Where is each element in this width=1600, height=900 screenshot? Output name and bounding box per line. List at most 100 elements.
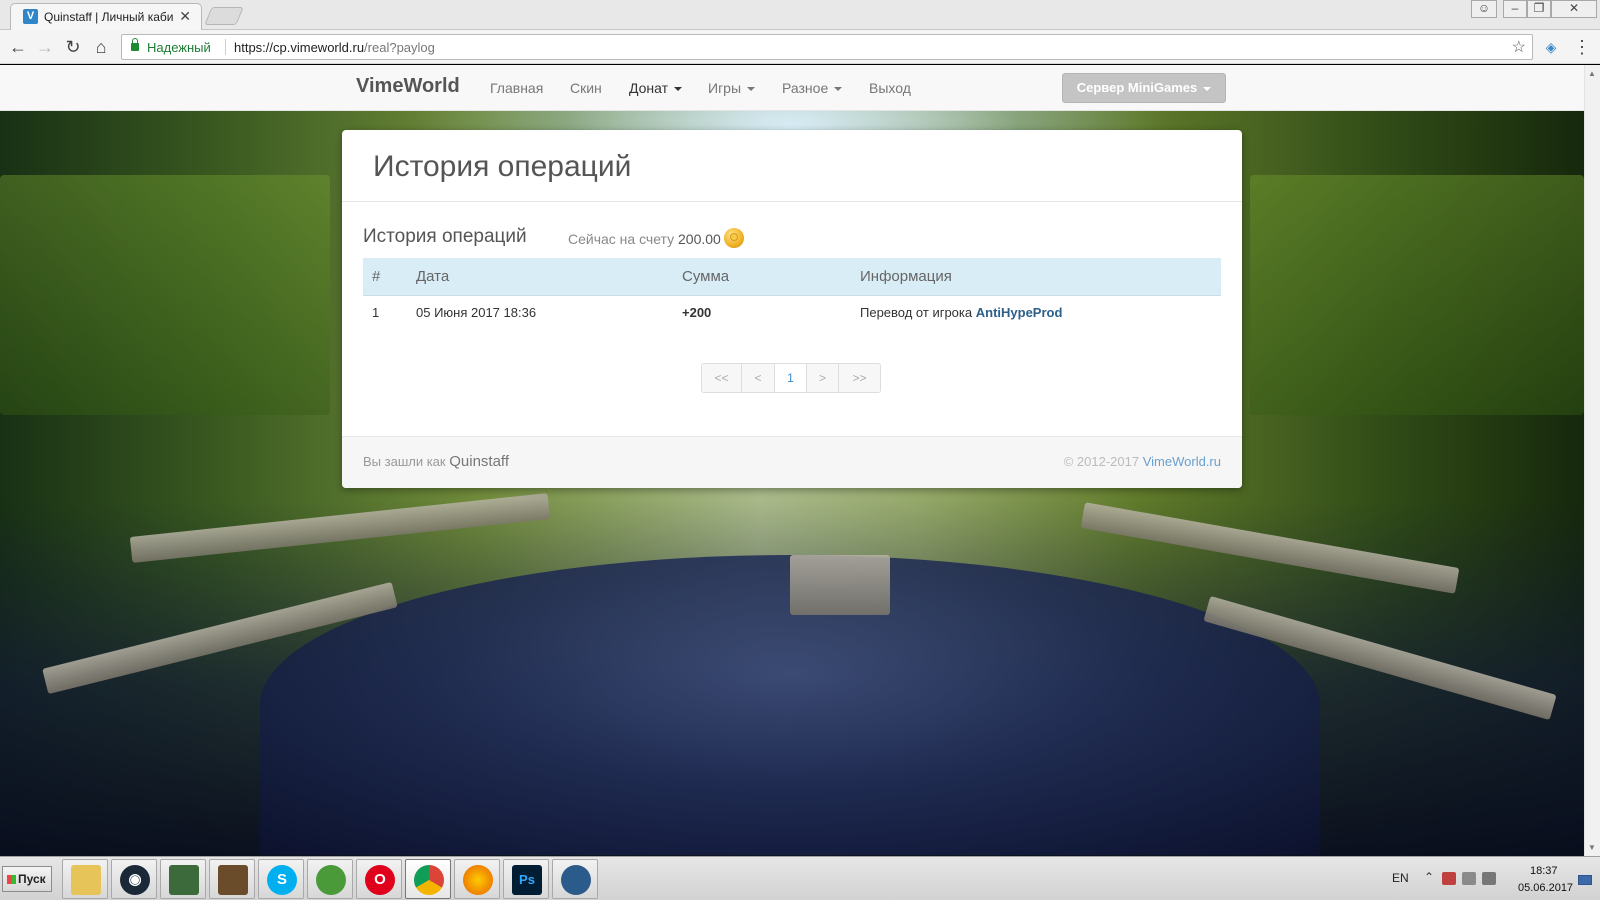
pagination-page-1[interactable]: 1 [775,364,807,392]
tab-title: Quinstaff | Личный каби [44,10,174,24]
address-bar[interactable]: Надежный https://cp.vimeworld.ru/real?pa… [121,34,1533,60]
close-window-button[interactable]: ✕ [1551,0,1597,18]
url-path: /real?paylog [364,40,435,55]
coin-icon [724,228,744,248]
copyright-prefix: © 2012-2017 [1063,454,1140,469]
steam-icon: ◉ [120,865,150,895]
logged-in-prefix: Вы зашли как [363,454,446,469]
photoshop-icon: Ps [512,865,542,895]
restore-window-button[interactable]: ❐ [1527,0,1551,18]
tray-flag-icon[interactable] [1442,872,1456,885]
nav-games-dropdown[interactable]: Игры [708,80,756,96]
browser-tabstrip: V Quinstaff | Личный каби ✕ ☺ – ❐ ✕ [0,0,1600,30]
browser-tab-active[interactable]: V Quinstaff | Личный каби ✕ [10,3,202,30]
caret-down-icon [674,87,683,92]
start-label: Пуск [18,872,46,886]
column-header-info: Информация [860,258,1221,296]
nav-donate-dropdown[interactable]: Донат [629,80,683,96]
taskbar-game[interactable] [209,859,255,899]
home-icon[interactable]: ⌂ [89,35,113,59]
nav-home[interactable]: Главная [490,80,543,96]
clock-time[interactable]: 18:37 [1530,865,1558,877]
taskbar-photoshop[interactable]: Ps [503,859,549,899]
row-amount: +200 [682,304,712,320]
nav-logout[interactable]: Выход [869,80,911,96]
tray-network-icon[interactable] [1462,872,1476,885]
vimeworld-favicon-icon: V [23,9,38,24]
show-desktop-icon[interactable] [1578,875,1592,885]
nav-misc-dropdown[interactable]: Разное [782,80,843,96]
copyright: © 2012-2017 VimeWorld.ru [1064,454,1221,469]
new-tab-button[interactable] [204,7,244,25]
site-brand[interactable]: VimeWorld [356,75,460,98]
tab-close-icon[interactable]: ✕ [179,8,191,25]
page-title: История операций [373,150,632,183]
back-arrow-icon[interactable]: ← [6,35,30,59]
forward-arrow-icon[interactable]: → [33,35,57,59]
taskbar-monitor[interactable] [160,859,206,899]
clock-date[interactable]: 05.06.2017 [1518,882,1573,894]
scroll-up-arrow-icon[interactable]: ▲ [1588,69,1596,78]
pagination-next[interactable]: > [807,364,839,392]
reload-icon[interactable]: ↻ [61,35,85,59]
caret-down-icon [1203,86,1212,91]
caret-down-icon [747,87,756,92]
start-button[interactable]: Пуск [2,866,52,892]
tray-expand-icon[interactable]: ⌃ [1424,870,1434,884]
taskbar-teamspeak[interactable] [552,859,598,899]
player-link[interactable]: AntiHypeProd [976,305,1063,320]
page-viewport: VimeWorld Главная Скин Донат Игры Разное… [0,65,1584,856]
column-header-date: Дата [416,258,682,296]
background-stone [790,555,890,615]
language-indicator[interactable]: EN [1392,871,1409,885]
column-header-amount: Сумма [682,258,860,296]
taskbar-chrome[interactable] [405,859,451,899]
pagination: << < 1 > >> [701,363,881,393]
teamspeak-icon [561,865,591,895]
pagination-prev[interactable]: < [742,364,775,392]
taskbar-explorer[interactable] [62,859,108,899]
background-grass [1250,175,1584,415]
tray-volume-icon[interactable] [1482,872,1496,885]
column-header-number: # [363,258,416,296]
balance-prefix: Сейчас на счету [568,231,675,247]
site-navbar: VimeWorld Главная Скин Донат Игры Разное… [0,65,1584,111]
skype-icon: S [267,865,297,895]
background-stone [1080,502,1460,594]
lock-icon [131,38,139,51]
globe-icon [316,865,346,895]
pagination-first[interactable]: << [702,364,742,392]
page-scrollbar[interactable]: ▲ ▼ [1584,65,1600,856]
taskbar-skype[interactable]: S [258,859,304,899]
extension-icon[interactable]: ◈ [1539,35,1563,59]
caret-down-icon [834,87,843,92]
taskbar-opera[interactable]: O [356,859,402,899]
nav-misc-label: Разное [782,80,829,96]
server-select-button[interactable]: Сервер MiniGames [1062,73,1226,103]
nav-donate-label: Донат [629,80,669,96]
taskbar-steam[interactable]: ◉ [111,859,157,899]
table-header-row: # Дата Сумма Информация [363,258,1221,296]
taskbar: Пуск ◉ S O Ps EN ⌃ 18:37 05.06.2017 [0,856,1600,900]
pagination-last[interactable]: >> [839,364,880,392]
profile-icon[interactable]: ☺ [1471,0,1497,18]
logged-in-text: Вы зашли как Quinstaff [363,453,509,470]
operations-table: # Дата Сумма Информация 1 05 Июня 2017 1… [363,258,1221,329]
panel-header: История операций [342,130,1242,202]
bookmark-star-icon[interactable]: ☆ [1512,37,1526,57]
nav-skin[interactable]: Скин [570,80,602,96]
taskbar-globe[interactable] [307,859,353,899]
site-link[interactable]: VimeWorld.ru [1143,454,1221,469]
secure-label: Надежный [147,40,211,55]
url-text[interactable]: https://cp.vimeworld.ru/real?paylog [234,40,435,55]
balance-value: 200.00 [678,231,721,247]
scroll-down-arrow-icon[interactable]: ▼ [1588,843,1596,852]
server-button-label: Сервер MiniGames [1076,80,1198,95]
menu-dots-icon[interactable]: ⋮ [1570,35,1594,59]
background-stone [129,493,551,563]
monitor-icon [169,865,199,895]
minimize-window-button[interactable]: – [1503,0,1527,18]
game-avatar-icon [218,865,248,895]
section-title: История операций [363,226,527,247]
taskbar-firefox[interactable] [454,859,500,899]
